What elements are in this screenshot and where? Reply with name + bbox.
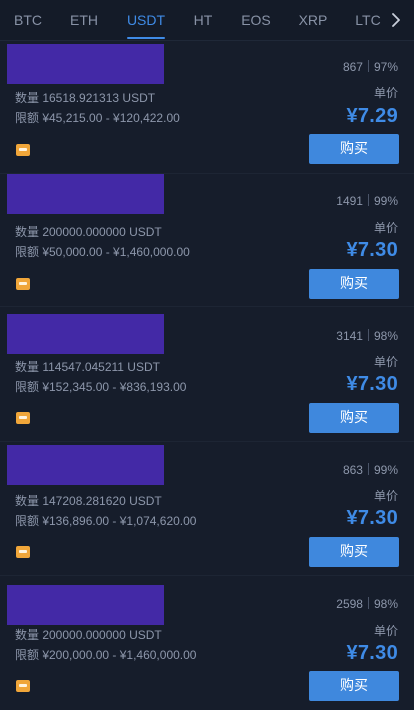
offer-card: 3141 98% 单价 数量 114547.045211 USDT ¥7.30 限…: [0, 309, 414, 442]
tab-eth[interactable]: ETH: [62, 0, 106, 40]
currency-tab-bar: BTC ETH USDT HT EOS XRP LTC: [0, 0, 414, 41]
buy-button[interactable]: 购买: [309, 269, 399, 299]
unit-price: ¥7.30: [346, 373, 398, 395]
unit-price: ¥7.30: [346, 642, 398, 664]
offer-card: 863 99% 单价 数量 147208.281620 USDT ¥7.30 限额…: [0, 443, 414, 576]
divider: [367, 463, 369, 475]
tab-eos[interactable]: EOS: [235, 0, 277, 40]
bank-card-icon: [16, 144, 30, 156]
tab-ht[interactable]: HT: [184, 0, 222, 40]
quantity-text: 数量 147208.281620 USDT: [15, 494, 162, 508]
buy-button[interactable]: 购买: [309, 134, 399, 164]
merchant-stats: 3141 98%: [336, 329, 398, 343]
unit-price: ¥7.29: [346, 105, 398, 127]
tab-ltc[interactable]: LTC: [350, 0, 386, 40]
divider: [367, 194, 369, 206]
order-count: 2598: [336, 597, 363, 611]
order-count: 3141: [336, 329, 363, 343]
merchant-stats: 867 97%: [343, 60, 398, 74]
buy-button[interactable]: 购买: [309, 537, 399, 567]
bank-card-icon: [16, 278, 30, 290]
limit-text: 限额 ¥136,896.00 - ¥1,074,620.00: [15, 514, 197, 528]
offer-card: 1491 99% 单价 数量 200000.000000 USDT ¥7.30 限…: [0, 174, 414, 307]
bank-card-icon: [16, 412, 30, 424]
order-count: 1491: [336, 194, 363, 208]
limit-text: 限额 ¥200,000.00 - ¥1,460,000.00: [15, 648, 197, 662]
quantity-text: 数量 200000.000000 USDT: [15, 628, 162, 642]
merchant-stats: 1491 99%: [336, 194, 398, 208]
merchant-name-redacted[interactable]: [7, 174, 164, 214]
offer-card: 867 97% 单价 数量 16518.921313 USDT ¥7.29 限额 …: [0, 41, 414, 174]
active-tab-indicator: [127, 37, 165, 39]
quantity-text: 数量 16518.921313 USDT: [15, 91, 156, 105]
bank-card-icon: [16, 546, 30, 558]
price-label: 单价: [373, 86, 398, 100]
chevron-right-icon: [392, 13, 400, 27]
quantity-text: 数量 200000.000000 USDT: [15, 225, 162, 239]
more-tabs-button[interactable]: [386, 0, 406, 40]
completion-rate: 99%: [373, 463, 398, 477]
completion-rate: 99%: [373, 194, 398, 208]
merchant-name-redacted[interactable]: [7, 445, 164, 485]
divider: [367, 60, 369, 72]
limit-text: 限额 ¥45,215.00 - ¥120,422.00: [15, 111, 180, 125]
otc-market-screen: BTC ETH USDT HT EOS XRP LTC 867 97% 单价 数量…: [0, 0, 414, 710]
merchant-name-redacted[interactable]: [7, 44, 164, 84]
bank-card-icon: [16, 680, 30, 692]
offer-card: 2598 98% 单价 数量 200000.000000 USDT ¥7.30 限…: [0, 577, 414, 709]
completion-rate: 97%: [373, 60, 398, 74]
unit-price: ¥7.30: [346, 239, 398, 261]
price-label: 单价: [373, 221, 398, 235]
limit-text: 限额 ¥152,345.00 - ¥836,193.00: [15, 380, 187, 394]
tab-usdt[interactable]: USDT: [122, 0, 170, 40]
buy-button[interactable]: 购买: [309, 671, 399, 701]
merchant-name-redacted[interactable]: [7, 585, 164, 625]
merchant-stats: 2598 98%: [336, 597, 398, 611]
price-label: 单价: [373, 489, 398, 503]
merchant-name-redacted[interactable]: [7, 314, 164, 354]
completion-rate: 98%: [373, 329, 398, 343]
tab-btc[interactable]: BTC: [6, 0, 50, 40]
limit-text: 限额 ¥50,000.00 - ¥1,460,000.00: [15, 245, 190, 259]
price-label: 单价: [373, 624, 398, 638]
price-label: 单价: [373, 355, 398, 369]
merchant-stats: 863 99%: [343, 463, 398, 477]
quantity-text: 数量 114547.045211 USDT: [15, 360, 160, 374]
buy-button[interactable]: 购买: [309, 403, 399, 433]
order-count: 863: [342, 463, 363, 477]
divider: [367, 597, 369, 609]
unit-price: ¥7.30: [346, 507, 398, 529]
order-count: 867: [342, 60, 363, 74]
divider: [367, 329, 369, 341]
tab-xrp[interactable]: XRP: [292, 0, 334, 40]
completion-rate: 98%: [373, 597, 398, 611]
